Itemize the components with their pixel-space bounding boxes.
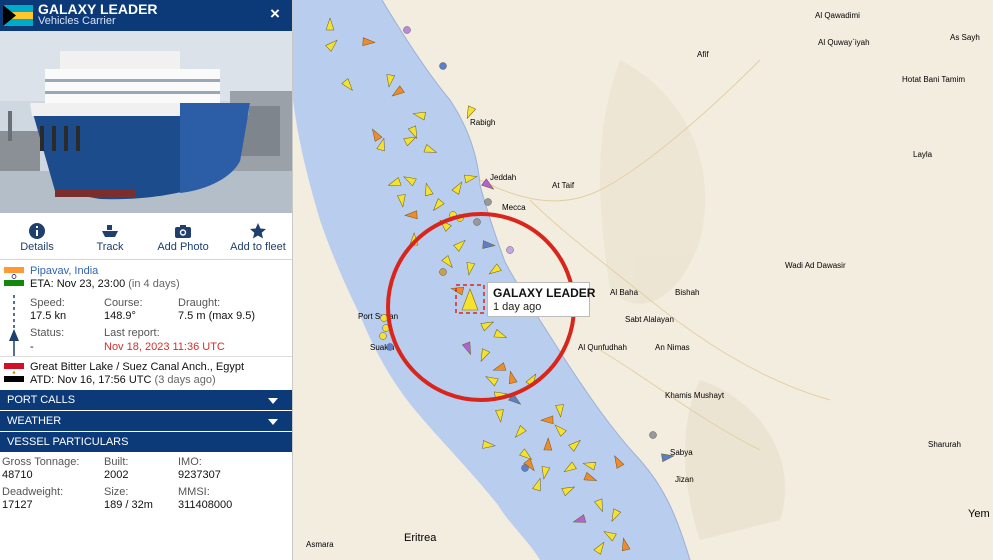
eta-label: ETA: — [30, 278, 54, 290]
track-label: Track — [96, 241, 124, 253]
route-progress-line — [9, 295, 19, 357]
eta-row: ETA: Nov 23, 23:00 (in 4 days) — [30, 278, 180, 290]
vessel-particulars-section[interactable]: VESSEL PARTICULARS — [0, 432, 292, 452]
panel-header: GALAXY LEADER Vehicles Carrier × — [0, 0, 292, 31]
imo-value: 9237307 — [178, 469, 221, 481]
india-flag-icon — [4, 267, 24, 286]
atd-value: Nov 16, 17:56 UTC — [57, 374, 152, 386]
port-marker[interactable] — [484, 198, 492, 206]
section-title: WEATHER — [7, 415, 62, 427]
vessel-photo — [0, 31, 292, 213]
details-label: Details — [20, 241, 54, 253]
speed-label: Speed: — [30, 297, 65, 309]
atd-label: ATD: — [30, 374, 55, 386]
chevron-down-icon — [268, 398, 278, 404]
close-icon[interactable]: × — [266, 4, 284, 24]
place-label: Rabigh — [470, 118, 495, 127]
details-button[interactable]: Details — [7, 213, 67, 259]
departure-port[interactable]: Great Bitter Lake / Suez Canal Anch., Eg… — [30, 361, 244, 373]
eta-note: (in 4 days) — [128, 278, 180, 290]
place-label: Al Qawadimi — [815, 11, 860, 20]
place-label: Sabt Alalayan — [625, 315, 674, 324]
place-label: Afif — [697, 50, 709, 59]
egypt-flag-icon — [4, 363, 24, 382]
port-marker[interactable] — [439, 62, 447, 70]
port-marker[interactable] — [473, 218, 481, 226]
place-label: As Sayh — [950, 33, 980, 42]
port-marker[interactable] — [506, 246, 514, 254]
deadweight-value: 17127 — [2, 499, 33, 511]
eta-value: Nov 23, 23:00 — [56, 278, 126, 290]
last-report-label: Last report: — [104, 327, 160, 339]
atd-row: ATD: Nov 16, 17:56 UTC (3 days ago) — [30, 374, 216, 386]
chevron-down-icon — [268, 419, 278, 425]
vessel-type: Vehicles Carrier — [38, 15, 116, 27]
place-label: Al Qunfudhah — [578, 343, 627, 352]
place-label: Wadi Ad Dawasir — [785, 261, 846, 270]
info-icon — [29, 223, 45, 239]
last-report-value: Nov 18, 2023 11:36 UTC — [104, 341, 225, 353]
vessel-info-panel: GALAXY LEADER Vehicles Carrier × Details — [0, 0, 293, 560]
country-label: Yem — [968, 508, 990, 520]
vessel-tooltip[interactable]: GALAXY LEADER 1 day ago — [487, 282, 595, 317]
place-label: Sharurah — [928, 440, 961, 449]
course-label: Course: — [104, 297, 143, 309]
status-value: - — [30, 341, 34, 353]
built-value: 2002 — [104, 469, 129, 481]
track-button[interactable]: Track — [80, 213, 140, 259]
size-label: Size: — [104, 486, 129, 498]
country-label: Eritrea — [404, 532, 437, 544]
section-title: PORT CALLS — [7, 394, 76, 406]
draught-label: Draught: — [178, 297, 221, 309]
tooltip-title: GALAXY LEADER — [493, 286, 596, 300]
imo-label: IMO: — [178, 456, 202, 468]
size-value: 189 / 32m — [104, 499, 153, 511]
place-label: Asmara — [306, 540, 334, 549]
action-bar: Details Track Add Photo Add to fleet — [0, 213, 292, 260]
speed-value: 17.5 kn — [30, 310, 67, 322]
port-marker[interactable] — [439, 268, 447, 276]
place-label: Khamis Mushayt — [665, 391, 725, 400]
mmsi-label: MMSI: — [178, 486, 210, 498]
section-title: VESSEL PARTICULARS — [7, 436, 129, 448]
atd-note: (3 days ago) — [154, 374, 216, 386]
place-label: Al Baha — [610, 288, 639, 297]
ship-icon — [102, 225, 118, 237]
port-marker[interactable] — [521, 464, 529, 472]
draught-value: 7.5 m (max 9.5) — [178, 310, 256, 322]
gross-tonnage-value: 48710 — [2, 469, 33, 481]
add-to-fleet-button[interactable]: Add to fleet — [226, 213, 290, 259]
camera-icon — [175, 225, 191, 238]
port-marker[interactable] — [386, 343, 394, 351]
bahamas-flag-icon — [3, 5, 33, 26]
add-to-fleet-label: Add to fleet — [230, 241, 286, 253]
port-marker[interactable] — [379, 332, 387, 340]
place-label: Hotat Bani Tamim — [902, 75, 965, 84]
divider — [0, 356, 292, 357]
add-photo-label: Add Photo — [157, 241, 209, 253]
place-label: An Nimas — [655, 343, 690, 352]
weather-section[interactable]: WEATHER — [0, 411, 292, 431]
deadweight-label: Deadweight: — [2, 486, 64, 498]
destination-port[interactable]: Pipavav, India — [30, 265, 98, 277]
place-label: At Taif — [552, 181, 575, 190]
port-calls-section[interactable]: PORT CALLS — [0, 390, 292, 410]
port-marker[interactable] — [649, 431, 657, 439]
star-icon — [250, 223, 266, 239]
course-value: 148.9° — [104, 310, 136, 322]
place-label: Al Quway`iyah — [818, 38, 870, 47]
place-label: Port Sudan — [358, 312, 398, 321]
tooltip-subtitle: 1 day ago — [493, 301, 542, 313]
built-label: Built: — [104, 456, 129, 468]
place-label: Mecca — [502, 203, 526, 212]
mmsi-value: 311408000 — [178, 499, 233, 511]
place-label: Layla — [913, 150, 933, 159]
add-photo-button[interactable]: Add Photo — [153, 213, 213, 259]
place-label: Jeddah — [490, 173, 516, 182]
status-label: Status: — [30, 327, 65, 339]
gross-tonnage-label: Gross Tonnage: — [2, 456, 80, 468]
place-label: Bishah — [675, 288, 699, 297]
port-marker[interactable] — [403, 26, 411, 34]
place-label: Jizan — [675, 475, 694, 484]
